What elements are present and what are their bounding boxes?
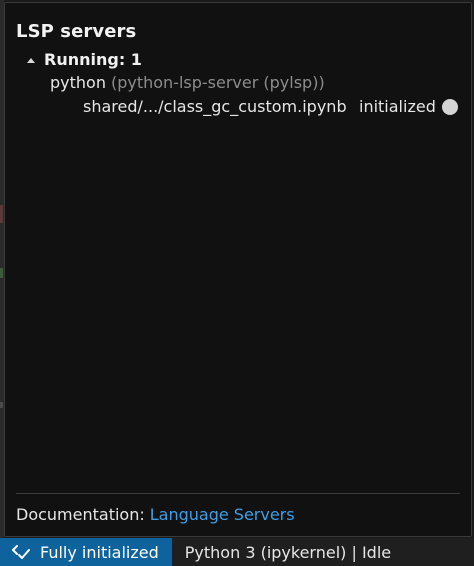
status-bar: Fully initialized Python 3 (ipykernel) |… bbox=[0, 538, 474, 566]
popup-title: LSP servers bbox=[16, 21, 137, 42]
footer: Documentation: Language Servers bbox=[16, 505, 295, 524]
gutter-marker bbox=[0, 205, 3, 223]
document-path: shared/.../class_gc_custom.ipynb bbox=[83, 97, 347, 116]
document-row: shared/.../class_gc_custom.ipynb initial… bbox=[83, 97, 458, 119]
lsp-check-icon bbox=[12, 545, 30, 559]
lsp-status-button[interactable]: Fully initialized bbox=[0, 538, 172, 566]
lsp-status-label: Fully initialized bbox=[40, 542, 159, 562]
circle-icon bbox=[442, 99, 458, 115]
documentation-label: Documentation: bbox=[16, 505, 145, 524]
kernel-status[interactable]: Python 3 (ipykernel) | Idle bbox=[185, 543, 391, 562]
lsp-servers-popup: LSP servers Running: 1 python (python-lsp… bbox=[4, 2, 472, 537]
server-detail: (python-lsp-server (pylsp)) bbox=[110, 73, 325, 92]
gutter-marker bbox=[0, 268, 3, 278]
footer-divider bbox=[16, 493, 460, 494]
caret-up-icon bbox=[27, 57, 35, 63]
document-status: initialized bbox=[359, 97, 436, 116]
screen: LSP servers Running: 1 python (python-lsp… bbox=[0, 0, 474, 566]
gutter-marker bbox=[0, 402, 3, 408]
running-group-label: Running: 1 bbox=[44, 50, 142, 69]
server-name: python bbox=[50, 73, 106, 92]
server-row: python (python-lsp-server (pylsp)) bbox=[50, 73, 325, 92]
language-servers-link[interactable]: Language Servers bbox=[150, 505, 295, 524]
running-group-toggle[interactable]: Running: 1 bbox=[27, 50, 142, 69]
